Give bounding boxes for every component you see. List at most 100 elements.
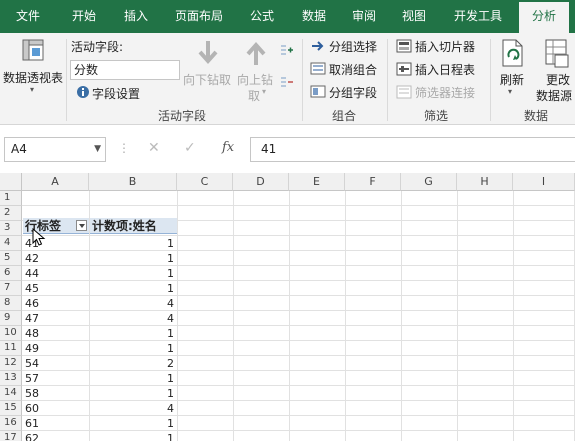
insert-function-icon[interactable]: fx — [222, 140, 234, 155]
filter-connections-button[interactable]: 筛选器连接 — [415, 84, 475, 101]
row-label-cell[interactable]: 44 — [25, 266, 85, 281]
column-header-e[interactable]: E — [289, 173, 345, 191]
row-label-cell[interactable]: 62 — [25, 431, 85, 441]
count-cell[interactable]: 4 — [92, 311, 174, 326]
formula-input[interactable]: 41 — [250, 137, 575, 162]
row-header[interactable]: 10 — [0, 326, 22, 341]
count-cell[interactable]: 2 — [92, 356, 174, 371]
column-header-g[interactable]: G — [401, 173, 457, 191]
count-cell[interactable]: 1 — [92, 341, 174, 356]
drill-down-icon — [198, 41, 218, 65]
count-cell[interactable]: 4 — [92, 296, 174, 311]
row-header[interactable]: 2 — [0, 206, 22, 221]
row-header[interactable]: 17 — [0, 431, 22, 441]
row-header[interactable]: 11 — [0, 341, 22, 356]
tab-developer[interactable]: 开发工具 — [442, 0, 514, 33]
count-name-header[interactable]: 计数项:姓名 — [90, 218, 177, 234]
drill-up-button[interactable]: 向上钻 — [237, 71, 273, 88]
row-header[interactable]: 13 — [0, 371, 22, 386]
tab-view[interactable]: 视图 — [390, 0, 438, 33]
formula-bar-handle[interactable]: ⋮ — [118, 141, 130, 155]
row-header[interactable]: 1 — [0, 191, 22, 206]
row-label-cell[interactable]: 46 — [25, 296, 85, 311]
row-header[interactable]: 4 — [0, 236, 22, 251]
tab-review[interactable]: 审阅 — [340, 0, 388, 33]
count-cell[interactable]: 1 — [92, 416, 174, 431]
expand-field-icon[interactable] — [280, 43, 294, 57]
count-cell[interactable]: 1 — [92, 266, 174, 281]
tab-formulas[interactable]: 公式 — [238, 0, 286, 33]
drill-up-icon — [246, 41, 266, 65]
column-header-i[interactable]: I — [513, 173, 575, 191]
count-cell[interactable]: 1 — [92, 371, 174, 386]
column-header-d[interactable]: D — [233, 173, 289, 191]
row-label-cell[interactable]: 54 — [25, 356, 85, 371]
column-header-b[interactable]: B — [89, 173, 177, 191]
drill-down-button[interactable]: 向下钻取 — [183, 71, 231, 88]
count-cell[interactable]: 1 — [92, 326, 174, 341]
column-header-f[interactable]: F — [345, 173, 401, 191]
field-settings-button[interactable]: 字段设置 — [92, 85, 140, 102]
chevron-down-icon[interactable]: ▾ — [30, 85, 34, 94]
chevron-down-icon[interactable]: ▾ — [508, 87, 512, 96]
filter-group-label: 筛选 — [424, 109, 449, 123]
row-header[interactable]: 14 — [0, 386, 22, 401]
column-header-c[interactable]: C — [177, 173, 233, 191]
group-selection-button[interactable]: 分组选择 — [329, 38, 377, 55]
collapse-field-icon[interactable] — [280, 75, 294, 89]
name-box[interactable]: A4 ▼ — [4, 137, 106, 162]
row-label-cell[interactable]: 57 — [25, 371, 85, 386]
row-header[interactable]: 12 — [0, 356, 22, 371]
pivot-table-button[interactable]: 数据透视表 — [3, 69, 63, 86]
row-header[interactable]: 3 — [0, 221, 22, 236]
count-cell[interactable]: 1 — [92, 281, 174, 296]
row-label-cell[interactable]: 61 — [25, 416, 85, 431]
count-cell[interactable]: 1 — [92, 251, 174, 266]
row-label-cell[interactable]: 58 — [25, 386, 85, 401]
count-cell[interactable]: 1 — [92, 431, 174, 441]
confirm-icon[interactable]: ✓ — [184, 140, 196, 156]
column-header-h[interactable]: H — [457, 173, 513, 191]
cancel-icon[interactable]: ✕ — [148, 140, 160, 156]
tab-page-layout[interactable]: 页面布局 — [164, 0, 234, 33]
filter-dropdown-icon[interactable] — [76, 220, 87, 231]
row-header[interactable]: 9 — [0, 311, 22, 326]
row-label-cell[interactable]: 45 — [25, 281, 85, 296]
row-header[interactable]: 6 — [0, 266, 22, 281]
row-label-cell[interactable]: 42 — [25, 251, 85, 266]
row-label-cell[interactable]: 47 — [25, 311, 85, 326]
count-cell[interactable]: 4 — [92, 401, 174, 416]
tab-file[interactable]: 文件 — [4, 0, 52, 33]
tab-analyze[interactable]: 分析 — [519, 2, 569, 33]
pivot-table-icon[interactable] — [22, 39, 46, 63]
row-header[interactable]: 15 — [0, 401, 22, 416]
tab-home[interactable]: 开始 — [60, 0, 108, 33]
select-all-corner[interactable] — [0, 173, 22, 191]
spreadsheet-grid: A B C D E F G H I 1 2 3 4 5 6 7 8 9 10 11 12 13 14 15 1… — [0, 173, 575, 441]
group-divider — [490, 39, 491, 121]
tab-insert[interactable]: 插入 — [112, 0, 160, 33]
row-label-cell[interactable]: 60 — [25, 401, 85, 416]
chevron-down-icon[interactable]: ▾ — [262, 87, 266, 96]
row-header[interactable]: 7 — [0, 281, 22, 296]
count-cell[interactable]: 1 — [92, 386, 174, 401]
ungroup-button[interactable]: 取消组合 — [329, 61, 377, 78]
insert-timeline-button[interactable]: 插入日程表 — [415, 61, 475, 78]
row-header[interactable]: 8 — [0, 296, 22, 311]
row-label-cell[interactable]: 48 — [25, 326, 85, 341]
group-field-button[interactable]: 分组字段 — [329, 84, 377, 101]
row-label-cell[interactable]: 49 — [25, 341, 85, 356]
data-group-label: 数据 — [524, 109, 549, 123]
count-cell[interactable]: 1 — [92, 236, 174, 251]
grid-line — [457, 191, 458, 441]
row-header[interactable]: 16 — [0, 416, 22, 431]
chevron-down-icon[interactable]: ▼ — [94, 138, 101, 161]
column-header-a[interactable]: A — [22, 173, 89, 191]
grid-line — [289, 191, 290, 441]
row-header[interactable]: 5 — [0, 251, 22, 266]
insert-slicer-button[interactable]: 插入切片器 — [415, 38, 475, 55]
refresh-button[interactable]: 刷新 — [500, 71, 524, 88]
active-field-input[interactable]: 分数 — [70, 60, 180, 80]
tab-data[interactable]: 数据 — [290, 0, 338, 33]
change-data-source-button[interactable]: 更改 — [546, 71, 570, 88]
